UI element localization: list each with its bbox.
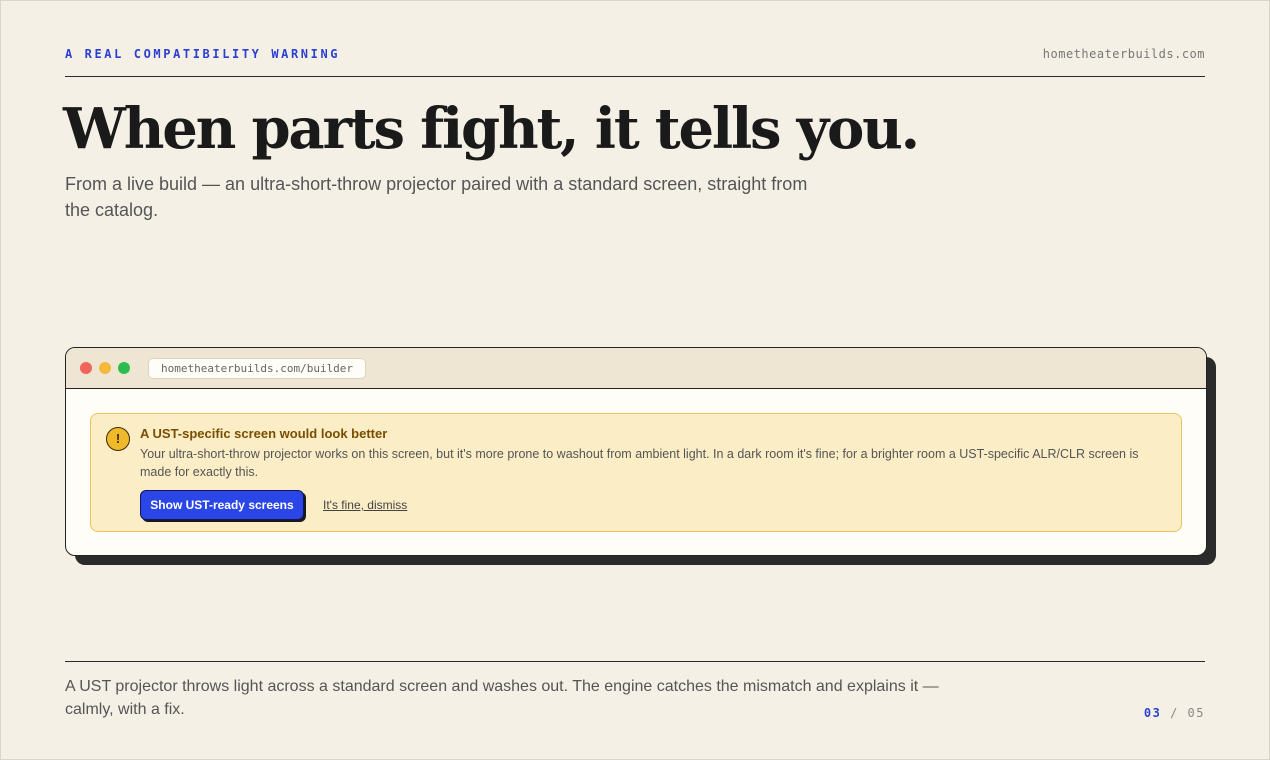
- total-pages: 05: [1187, 706, 1205, 720]
- bottom-divider: [65, 661, 1205, 662]
- compatibility-warning: ! A UST-specific screen would look bette…: [90, 413, 1182, 532]
- browser-window: hometheaterbuilds.com/builder ! A UST-sp…: [65, 347, 1207, 556]
- slide: A REAL COMPATIBILITY WARNING hometheater…: [0, 0, 1270, 760]
- page-separator: /: [1161, 706, 1188, 720]
- warning-title: A UST-specific screen would look better: [140, 426, 388, 441]
- window-close-dot[interactable]: [80, 362, 92, 374]
- warning-icon: !: [106, 427, 130, 451]
- window-minimize-dot[interactable]: [99, 362, 111, 374]
- headline: When parts fight, it tells you.: [63, 96, 920, 162]
- footer-caption: A UST projector throws light across a st…: [65, 678, 939, 718]
- dismiss-link[interactable]: It's fine, dismiss: [323, 498, 407, 512]
- address-bar[interactable]: hometheaterbuilds.com/builder: [148, 358, 367, 379]
- current-page: 03: [1143, 706, 1162, 720]
- browser-toolbar: hometheaterbuilds.com/builder: [66, 348, 1206, 389]
- slide-pager: 03 / 05: [1144, 706, 1205, 720]
- top-divider: [65, 76, 1205, 77]
- subheadline: From a live build — an ultra-short-throw…: [65, 174, 808, 220]
- section-kicker: A REAL COMPATIBILITY WARNING: [65, 47, 341, 61]
- site-domain: hometheaterbuilds.com: [1042, 47, 1205, 61]
- show-ust-screens-button[interactable]: Show UST-ready screens: [140, 490, 304, 520]
- window-maximize-dot[interactable]: [118, 362, 130, 374]
- warning-message: Your ultra-short-throw projector works o…: [140, 447, 1139, 479]
